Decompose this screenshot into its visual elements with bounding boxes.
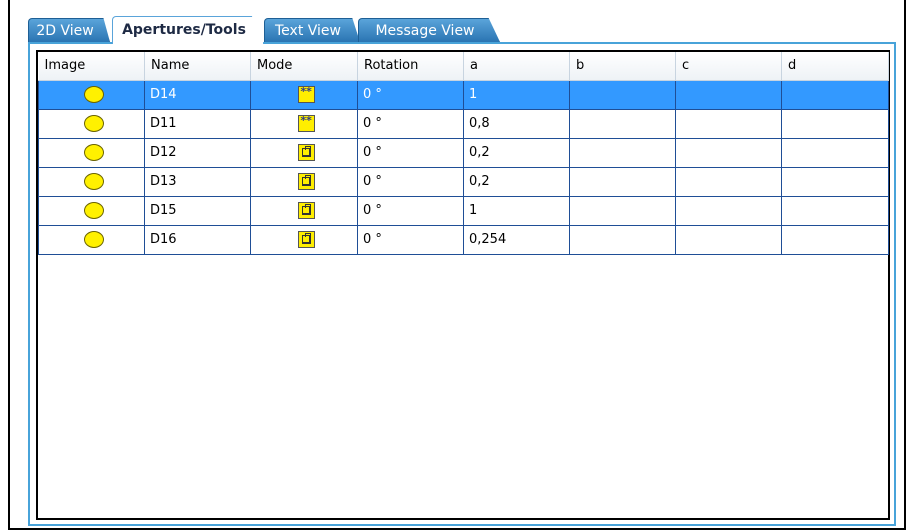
table-row[interactable]: D14 0 ° 1 [38,79,889,110]
stars-icon [298,115,315,132]
yellow-circle-icon [84,115,104,132]
table-row[interactable]: D15 0 ° 1 [38,195,889,226]
mode-cell [250,79,358,110]
yellow-circle-icon [84,173,104,190]
stars-icon [298,86,315,103]
a-cell: 0,2 [463,166,570,197]
box-icon [298,202,315,219]
mode-cell [250,108,358,139]
a-cell: 1 [463,195,570,226]
rotation-cell: 0 ° [357,108,464,139]
column-header-a[interactable]: a [463,52,570,81]
b-cell [569,166,676,197]
rotation-cell: 0 ° [357,137,464,168]
b-cell [569,108,676,139]
b-cell [569,224,676,255]
tab-2d-view[interactable]: 2D View [28,18,110,42]
mode-cell [250,195,358,226]
tab-text-view[interactable]: Text View [264,18,360,42]
yellow-circle-icon [84,231,104,248]
table-row[interactable]: D13 0 ° 0,2 [38,166,889,197]
mode-cell [250,224,358,255]
c-cell [675,166,782,197]
name-cell: D13 [144,166,251,197]
image-cell [38,224,145,255]
box-icon [298,231,315,248]
table-header-row: Image Name Mode Rotation a b c d [38,52,889,81]
name-cell: D12 [144,137,251,168]
yellow-circle-icon [84,86,104,103]
apertures-table: Image Name Mode Rotation a b c d D14 0 °… [38,52,889,255]
apertures-table-container[interactable]: Image Name Mode Rotation a b c d D14 0 °… [36,50,890,520]
box-icon [298,173,315,190]
mode-cell [250,137,358,168]
table-row[interactable]: D12 0 ° 0,2 [38,137,889,168]
column-header-d[interactable]: d [781,52,889,81]
rotation-cell: 0 ° [357,224,464,255]
b-cell [569,79,676,110]
d-cell [781,195,889,226]
column-header-mode[interactable]: Mode [250,52,358,81]
c-cell [675,224,782,255]
d-cell [781,224,889,255]
name-cell: D16 [144,224,251,255]
tab-message-view[interactable]: Message View [358,18,500,42]
mode-cell [250,166,358,197]
rotation-cell: 0 ° [357,79,464,110]
d-cell [781,166,889,197]
b-cell [569,137,676,168]
c-cell [675,79,782,110]
a-cell: 0,254 [463,224,570,255]
table-row[interactable]: D11 0 ° 0,8 [38,108,889,139]
table-row[interactable]: D16 0 ° 0,254 [38,224,889,255]
name-cell: D14 [144,79,251,110]
a-cell: 0,8 [463,108,570,139]
image-cell [38,108,145,139]
rotation-cell: 0 ° [357,195,464,226]
c-cell [675,137,782,168]
column-header-image[interactable]: Image [38,52,145,81]
c-cell [675,195,782,226]
name-cell: D11 [144,108,251,139]
rotation-cell: 0 ° [357,166,464,197]
b-cell [569,195,676,226]
column-header-rotation[interactable]: Rotation [357,52,464,81]
yellow-circle-icon [84,202,104,219]
d-cell [781,108,889,139]
c-cell [675,108,782,139]
column-header-c[interactable]: c [675,52,782,81]
box-icon [298,144,315,161]
name-cell: D15 [144,195,251,226]
a-cell: 1 [463,79,570,110]
image-cell [38,195,145,226]
image-cell [38,79,145,110]
d-cell [781,79,889,110]
column-header-name[interactable]: Name [144,52,251,81]
yellow-circle-icon [84,144,104,161]
image-cell [38,166,145,197]
tab-apertures-tools[interactable]: Apertures/Tools [112,16,264,44]
d-cell [781,137,889,168]
column-header-b[interactable]: b [569,52,676,81]
image-cell [38,137,145,168]
a-cell: 0,2 [463,137,570,168]
